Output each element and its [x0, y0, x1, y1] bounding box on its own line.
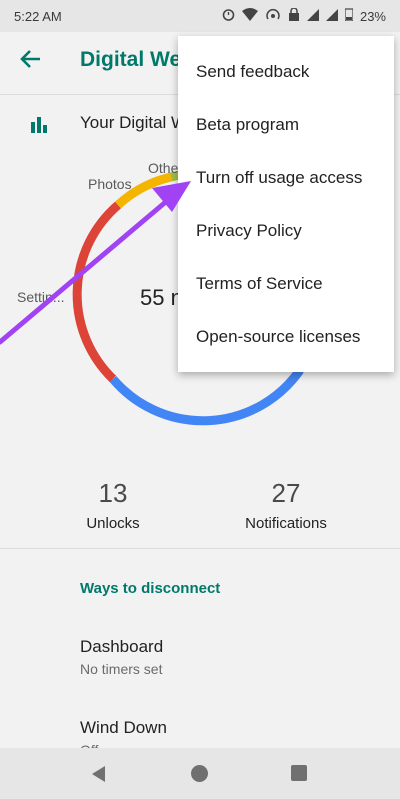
unlocks-label: Unlocks	[86, 515, 140, 532]
unlocks-stat: 13 Unlocks	[70, 478, 156, 532]
navigation-bar	[0, 748, 400, 799]
notifications-label: Notifications	[245, 515, 327, 532]
menu-item-send-feedback[interactable]: Send feedback	[178, 45, 394, 98]
menu-item-beta-program[interactable]: Beta program	[178, 98, 394, 151]
lock-icon	[288, 7, 300, 24]
wind-down-title: Wind Down	[80, 718, 167, 737]
label-photos: Photos	[88, 176, 132, 192]
slice-rest	[109, 367, 304, 426]
bar-chart-icon	[30, 115, 48, 133]
menu-item-turn-off-usage-access[interactable]: Turn off usage access	[178, 151, 394, 204]
section-label: Your Digital W	[80, 113, 188, 132]
nav-back-icon[interactable]	[92, 766, 105, 782]
alarm-icon	[222, 8, 235, 24]
menu-item-open-source-licenses[interactable]: Open-source licenses	[178, 310, 394, 363]
status-icons: 23%	[222, 7, 386, 25]
menu-item-terms-of-service[interactable]: Terms of Service	[178, 257, 394, 310]
overflow-menu: Send feedback Beta program Turn off usag…	[178, 36, 394, 372]
status-time: 5:22 AM	[14, 8, 62, 24]
menu-item-privacy-policy[interactable]: Privacy Policy	[178, 204, 394, 257]
hotspot-icon	[265, 8, 281, 25]
signal-icon-1	[306, 8, 319, 24]
dashboard-title: Dashboard	[80, 637, 164, 656]
page-title: Digital We	[80, 48, 182, 71]
wifi-icon	[241, 8, 258, 24]
ways-heading: Ways to disconnect	[80, 580, 221, 597]
label-settings: Settin...	[17, 289, 65, 305]
notifications-value: 27	[271, 478, 301, 508]
dashboard-subtitle: No timers set	[80, 661, 163, 677]
notifications-stat: 27 Notifications	[226, 478, 346, 532]
divider	[0, 548, 400, 549]
slice-settings	[72, 201, 121, 383]
label-other: Othe	[148, 160, 179, 176]
unlocks-value: 13	[98, 478, 128, 508]
center-total: 55 n	[140, 285, 183, 310]
battery-percent: 23%	[359, 8, 386, 24]
nav-recents-icon[interactable]	[291, 765, 307, 781]
signal-icon-2	[325, 8, 338, 24]
nav-home-icon[interactable]	[191, 765, 208, 782]
back-arrow-icon[interactable]	[18, 46, 48, 76]
battery-icon	[344, 8, 354, 24]
status-bar: 5:22 AM 23%	[0, 0, 400, 32]
